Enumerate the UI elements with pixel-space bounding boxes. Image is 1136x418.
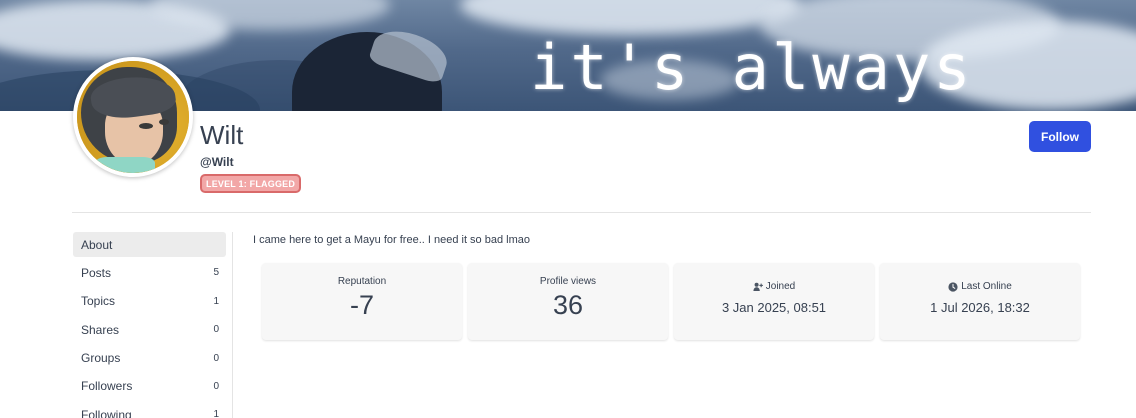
avatar[interactable] [73, 57, 193, 177]
sidebar-item-label: Following [81, 407, 132, 418]
stat-label: Joined [765, 281, 796, 292]
stat-value: 1 Jul 2026, 18:32 [930, 300, 1030, 315]
profile-bio: I came here to get a Mayu for free.. I n… [253, 234, 530, 246]
divider [72, 212, 1091, 213]
sidebar-item-about[interactable]: About [73, 232, 226, 257]
stat-value: -7 [349, 290, 374, 320]
sidebar-item-count: 0 [213, 324, 219, 336]
sidebar-item-label: Groups [81, 351, 121, 366]
follow-button[interactable]: Follow [1029, 121, 1091, 152]
sidebar-item-label: Shares [81, 322, 120, 337]
sidebar-item-count: 0 [213, 352, 219, 364]
sidebar-item-posts[interactable]: Posts 5 [73, 260, 226, 285]
stat-label: Last Online [961, 281, 1012, 292]
stats-row: Reputation -7 Profile views 36 Joined 3 … [262, 263, 1080, 340]
stat-card-last-online: Last Online 1 Jul 2026, 18:32 [880, 263, 1080, 340]
stat-label: Reputation [337, 276, 387, 287]
cover-text: it's always [530, 31, 974, 104]
sidebar-item-following[interactable]: Following 1 [73, 402, 226, 418]
stat-card-reputation: Reputation -7 [262, 263, 462, 340]
stat-card-profile-views: Profile views 36 [468, 263, 668, 340]
sidebar-item-topics[interactable]: Topics 1 [73, 289, 226, 314]
stat-card-joined: Joined 3 Jan 2025, 08:51 [674, 263, 874, 340]
stat-label: Profile views [539, 276, 597, 287]
sidebar-item-label: About [81, 237, 113, 252]
sidebar-item-count: 5 [213, 267, 219, 279]
username: @Wilt [200, 155, 234, 169]
sidebar-item-groups[interactable]: Groups 0 [73, 346, 226, 371]
clock-icon [948, 281, 958, 292]
status-badge[interactable]: LEVEL 1: FLAGGED [200, 174, 302, 193]
sidebar-item-label: Followers [81, 379, 133, 394]
display-name: Wilt [200, 120, 244, 150]
profile-sidebar: About Posts 5 Topics 1 Shares 0 Groups 0… [73, 232, 226, 418]
sidebar-item-count: 0 [213, 380, 219, 392]
sidebar-item-shares[interactable]: Shares 0 [73, 317, 226, 342]
sidebar-item-label: Posts [81, 265, 112, 280]
sidebar-item-count: 1 [213, 295, 219, 307]
sidebar-item-followers[interactable]: Followers 0 [73, 374, 226, 399]
user-plus-icon [753, 282, 763, 291]
sidebar-item-label: Topics [81, 294, 116, 309]
stat-value: 36 [552, 290, 584, 320]
stat-value: 3 Jan 2025, 08:51 [721, 300, 827, 315]
sidebar-divider [232, 232, 233, 418]
sidebar-item-count: 1 [213, 409, 219, 418]
